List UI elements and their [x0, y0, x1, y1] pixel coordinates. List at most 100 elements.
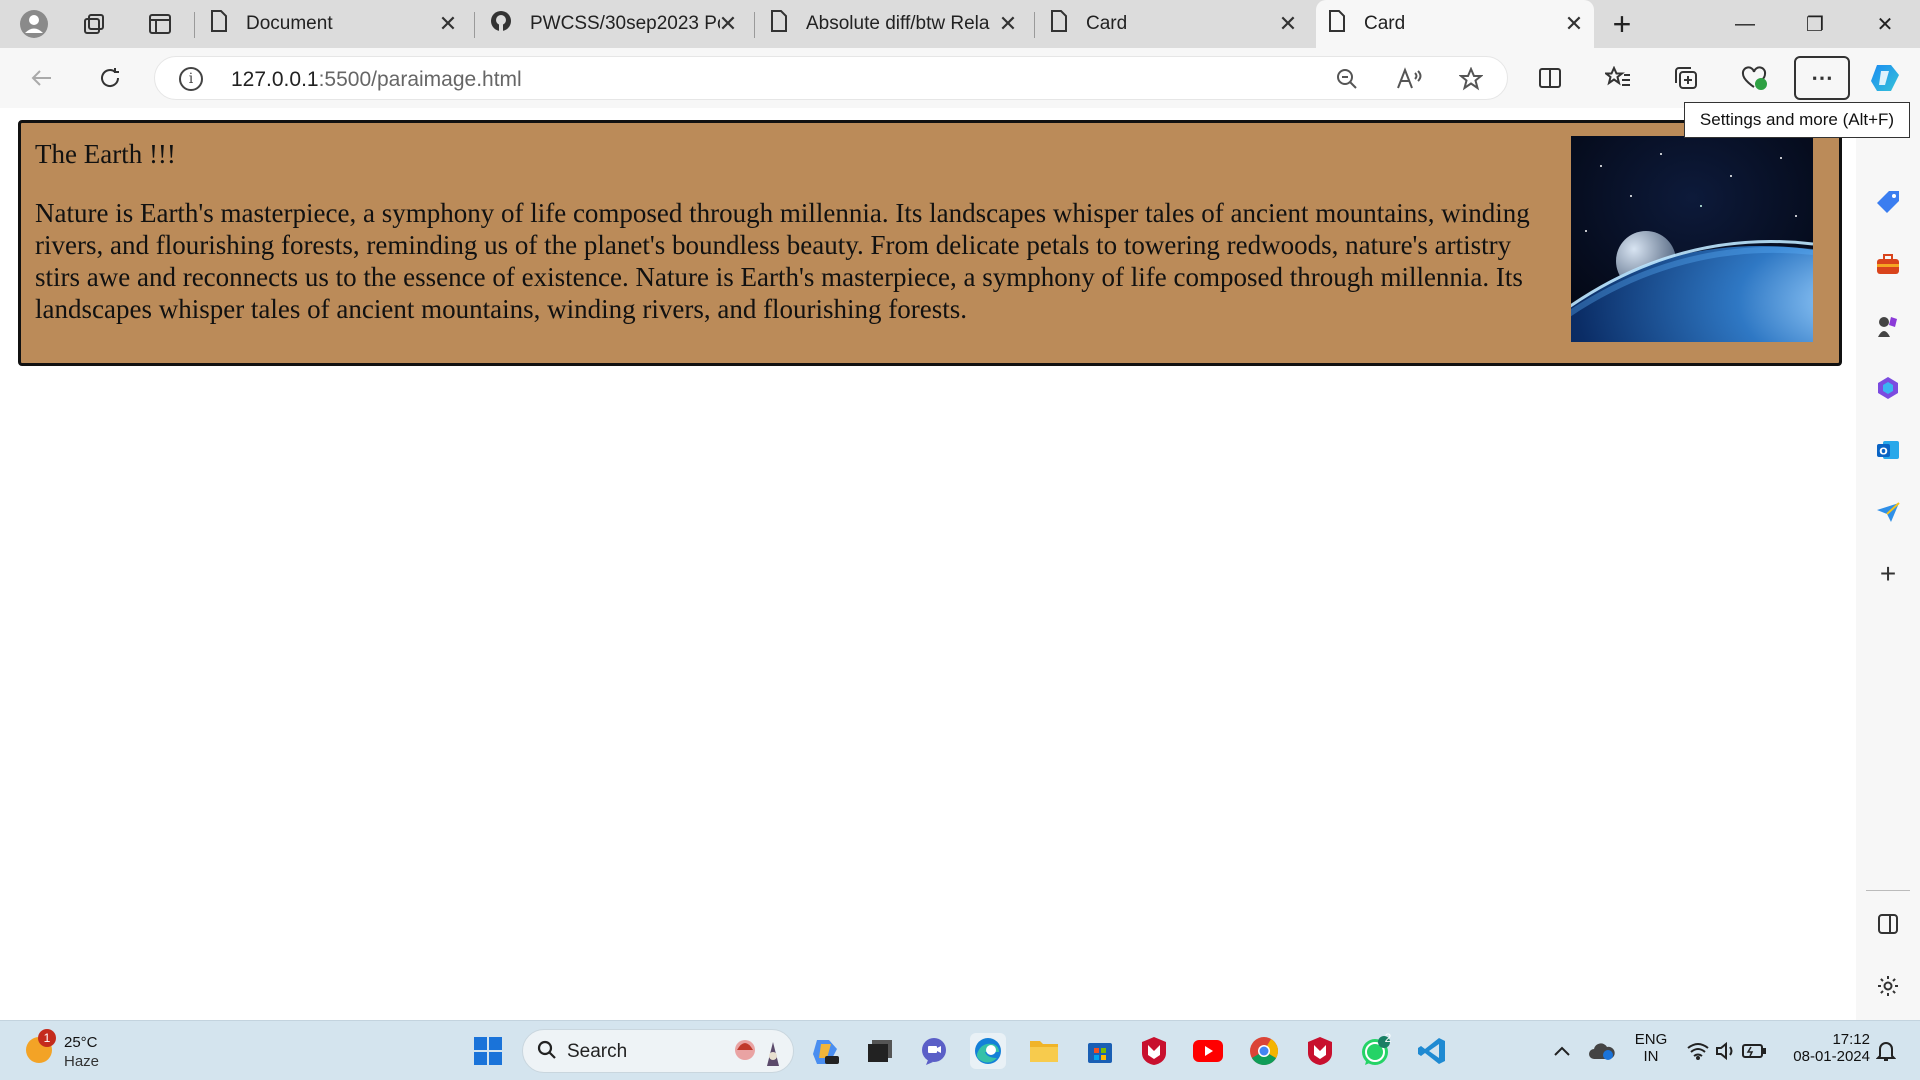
- drop-send-icon[interactable]: [1872, 496, 1904, 528]
- tools-briefcase-icon[interactable]: [1872, 248, 1904, 280]
- file-explorer-icon[interactable]: [1026, 1033, 1062, 1069]
- page-icon: [1050, 10, 1068, 38]
- tab-card[interactable]: Card ✕: [1038, 0, 1308, 48]
- clock[interactable]: 17:12 08-01-2024: [1780, 1031, 1870, 1065]
- tab-title: Card: [1364, 13, 1406, 34]
- whatsapp-icon[interactable]: 2: [1358, 1031, 1394, 1069]
- tab-title: Absolute diff/btw Rela: [806, 13, 990, 34]
- restore-button[interactable]: ❐: [1780, 0, 1850, 48]
- language-code: ENG: [1634, 1031, 1668, 1048]
- close-tab-icon[interactable]: ✕: [716, 11, 740, 36]
- sidebar-settings-icon[interactable]: [1872, 970, 1904, 1002]
- earth-image: [1571, 136, 1813, 342]
- add-sidebar-app-icon[interactable]: +: [1872, 558, 1904, 590]
- back-button[interactable]: [22, 58, 62, 98]
- sidebar-divider: [1866, 890, 1910, 891]
- browser-toolbar: i 127.0.0.1:5500/paraimage.html ⋯: [0, 48, 1920, 108]
- games-icon[interactable]: [1872, 310, 1904, 342]
- tab-actions-icon[interactable]: [140, 4, 180, 44]
- mcafee-secondary-icon[interactable]: [1302, 1033, 1338, 1069]
- battery-icon[interactable]: [1736, 1033, 1772, 1069]
- zoom-out-icon[interactable]: [1331, 63, 1363, 95]
- show-hidden-icons[interactable]: [1544, 1033, 1580, 1069]
- search-icon: [537, 1040, 557, 1066]
- refresh-button[interactable]: [90, 58, 130, 98]
- windows-taskbar: 1 25°C Haze Search 2 ENG IN 17:12 08-01-…: [0, 1020, 1920, 1080]
- close-tab-icon[interactable]: ✕: [1562, 11, 1586, 36]
- onedrive-icon[interactable]: [1584, 1033, 1620, 1069]
- favorites-icon[interactable]: [1598, 58, 1638, 98]
- tab-separator: [474, 12, 475, 38]
- close-tab-icon[interactable]: ✕: [436, 11, 460, 36]
- tab-title: PWCSS/30sep2023 Po: [530, 13, 720, 34]
- tab-title: Document: [246, 13, 333, 34]
- page-icon: [1328, 10, 1346, 38]
- url-text[interactable]: 127.0.0.1:5500/paraimage.html: [231, 68, 522, 92]
- card-title: The Earth !!!: [35, 139, 176, 169]
- outlook-icon[interactable]: O: [1872, 434, 1904, 466]
- tab-github[interactable]: PWCSS/30sep2023 Po ✕: [478, 0, 748, 48]
- site-info-icon[interactable]: i: [179, 67, 203, 91]
- close-window-button[interactable]: ✕: [1850, 0, 1920, 48]
- page-icon: [770, 10, 788, 38]
- close-tab-icon[interactable]: ✕: [996, 11, 1020, 36]
- address-bar[interactable]: i 127.0.0.1:5500/paraimage.html: [154, 56, 1508, 100]
- weather-condition: Haze: [64, 1053, 100, 1070]
- weather-alert-badge: 1: [38, 1029, 56, 1047]
- hide-sidebar-icon[interactable]: [1872, 908, 1904, 940]
- tab-card-active[interactable]: Card ✕: [1316, 0, 1594, 48]
- vscode-icon[interactable]: [1414, 1033, 1450, 1069]
- collections-icon[interactable]: [1666, 58, 1706, 98]
- url-path: :5500/paraimage.html: [318, 68, 522, 91]
- weather-temperature: 25°C: [64, 1034, 98, 1051]
- tab-separator: [1034, 12, 1035, 38]
- new-tab-button[interactable]: +: [1602, 4, 1642, 44]
- settings-tooltip: Settings and more (Alt+F): [1684, 102, 1910, 138]
- shopping-tag-icon[interactable]: [1872, 186, 1904, 218]
- tab-title: Card: [1086, 13, 1128, 34]
- page-icon: [210, 10, 228, 38]
- region-code: IN: [1643, 1048, 1659, 1065]
- weather-widget[interactable]: 1 25°C Haze: [20, 1029, 130, 1073]
- copilot-icon[interactable]: [1866, 58, 1906, 98]
- url-host: 127.0.0.1: [231, 68, 319, 91]
- chrome-icon[interactable]: [1246, 1033, 1282, 1069]
- microsoft-365-icon[interactable]: [1872, 372, 1904, 404]
- read-aloud-icon[interactable]: [1393, 63, 1425, 95]
- minimize-button[interactable]: —: [1710, 0, 1780, 48]
- page-viewport: The Earth !!! Nature is Earth's masterpi…: [6, 108, 1852, 1020]
- search-highlight-icon: [731, 1036, 785, 1073]
- earth-card: The Earth !!! Nature is Earth's masterpi…: [18, 120, 1842, 366]
- profile-icon[interactable]: [14, 4, 54, 44]
- tab-document[interactable]: Document ✕: [198, 0, 468, 48]
- workspaces-icon[interactable]: [74, 4, 114, 44]
- language-indicator[interactable]: ENG IN: [1628, 1031, 1674, 1065]
- edge-sidebar: O +: [1856, 108, 1920, 1020]
- start-button[interactable]: [470, 1033, 506, 1069]
- clock-time: 17:12: [1832, 1031, 1870, 1048]
- youtube-icon[interactable]: [1190, 1033, 1226, 1069]
- tab-strip: Document ✕ PWCSS/30sep2023 Po ✕ Absolute…: [0, 0, 1920, 48]
- copilot-taskbar-icon[interactable]: [808, 1033, 844, 1069]
- teams-chat-icon[interactable]: [916, 1033, 952, 1069]
- settings-and-more-button[interactable]: ⋯: [1794, 56, 1850, 100]
- tab-separator: [194, 12, 195, 38]
- tab-separator: [754, 12, 755, 38]
- svg-text:O: O: [1879, 447, 1888, 458]
- whatsapp-badge: 2: [1384, 1031, 1392, 1045]
- clock-date: 08-01-2024: [1793, 1048, 1870, 1065]
- microsoft-store-icon[interactable]: [1082, 1033, 1118, 1069]
- browser-essentials-icon[interactable]: [1734, 58, 1774, 98]
- mcafee-icon[interactable]: [1136, 1033, 1172, 1069]
- task-view-icon[interactable]: [862, 1033, 898, 1069]
- taskbar-search[interactable]: Search: [522, 1029, 794, 1073]
- favorite-star-icon[interactable]: [1455, 63, 1487, 95]
- close-tab-icon[interactable]: ✕: [1276, 11, 1300, 36]
- tab-absolute-diff[interactable]: Absolute diff/btw Rela ✕: [758, 0, 1028, 48]
- card-paragraph: Nature is Earth's masterpiece, a symphon…: [35, 198, 1530, 324]
- notification-icon[interactable]: [1868, 1033, 1904, 1069]
- github-icon: [490, 10, 512, 38]
- split-screen-icon[interactable]: [1530, 58, 1570, 98]
- search-label: Search: [567, 1041, 628, 1062]
- edge-taskbar-icon[interactable]: [970, 1033, 1006, 1069]
